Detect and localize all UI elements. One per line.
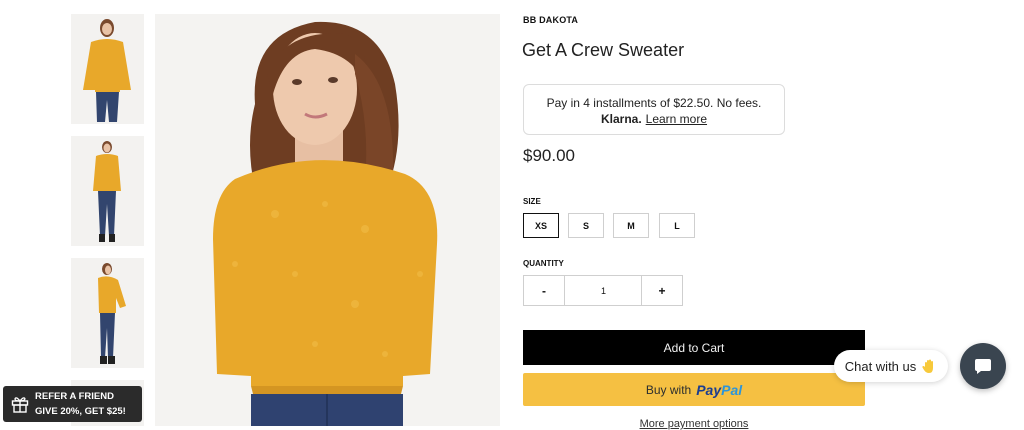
klarna-installments-box: Pay in 4 installments of $22.50. No fees… bbox=[523, 84, 785, 135]
size-option-s[interactable]: S bbox=[568, 213, 604, 238]
size-option-m[interactable]: M bbox=[613, 213, 649, 238]
size-option-l[interactable]: L bbox=[659, 213, 695, 238]
gift-icon bbox=[11, 397, 29, 413]
klarna-line: Klarna. Learn more bbox=[524, 112, 784, 126]
size-label: SIZE bbox=[523, 197, 541, 206]
more-payment-options-link[interactable]: More payment options bbox=[523, 418, 865, 430]
chat-icon bbox=[975, 359, 991, 374]
waving-hand-icon bbox=[921, 358, 937, 374]
thumbnail-3-image bbox=[71, 258, 144, 368]
thumbnail-2[interactable] bbox=[71, 136, 144, 246]
quantity-decrease-button[interactable]: - bbox=[524, 276, 565, 305]
main-product-image[interactable] bbox=[155, 14, 500, 426]
product-price: $90.00 bbox=[523, 146, 575, 165]
chat-bubble[interactable]: Chat with us bbox=[834, 350, 948, 382]
refer-a-friend-badge[interactable]: REFER A FRIEND GIVE 20%, GET $25! bbox=[3, 386, 142, 422]
thumbnail-2-image bbox=[71, 136, 144, 246]
klarna-logo: Klarna. bbox=[600, 112, 642, 126]
paypal-logo-pay: Pay bbox=[696, 381, 722, 398]
paypal-button[interactable]: Buy with PayPal bbox=[523, 373, 865, 406]
paypal-logo-pal: Pal bbox=[721, 381, 743, 398]
model-photo bbox=[155, 14, 500, 426]
thumbnail-3[interactable] bbox=[71, 258, 144, 368]
size-option-xs[interactable]: XS bbox=[523, 213, 559, 238]
quantity-input[interactable]: 1 bbox=[565, 276, 642, 305]
refer-subtitle: GIVE 20%, GET $25! bbox=[35, 406, 126, 417]
klarna-learn-more-link[interactable]: Learn more bbox=[646, 112, 707, 126]
chat-launcher-button[interactable] bbox=[960, 343, 1006, 389]
quantity-increase-button[interactable]: + bbox=[641, 276, 682, 305]
brand-name[interactable]: BB DAKOTA bbox=[523, 15, 578, 25]
quantity-stepper: - 1 + bbox=[523, 275, 683, 306]
klarna-installment-text: Pay in 4 installments of $22.50. No fees… bbox=[546, 96, 762, 110]
paypal-prefix-text: Buy with bbox=[645, 382, 692, 397]
quantity-label: QUANTITY bbox=[523, 259, 564, 268]
product-title: Get A Crew Sweater bbox=[522, 40, 685, 60]
refer-title: REFER A FRIEND bbox=[35, 391, 114, 402]
paypal-logo: PayPal bbox=[696, 382, 742, 398]
thumbnail-1-image bbox=[71, 14, 144, 124]
thumbnail-1[interactable] bbox=[71, 14, 144, 124]
add-to-cart-button[interactable]: Add to Cart bbox=[523, 330, 865, 365]
chat-bubble-text: Chat with us bbox=[844, 358, 917, 374]
